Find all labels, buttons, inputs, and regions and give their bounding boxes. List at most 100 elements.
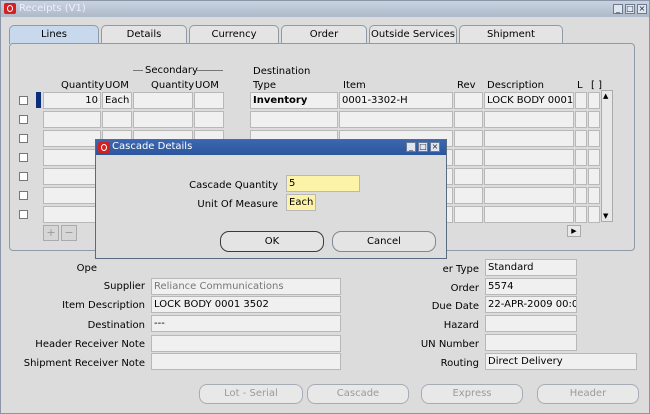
tab-shipment-information[interactable]: Shipment Information bbox=[459, 25, 563, 58]
due-date-field[interactable]: 22-APR-2009 00:00 bbox=[485, 296, 577, 313]
uom-cell[interactable]: Each bbox=[102, 92, 132, 109]
grid-cell[interactable] bbox=[588, 130, 600, 147]
un-number-field[interactable] bbox=[485, 334, 577, 351]
grid-cell[interactable] bbox=[575, 206, 587, 223]
grid-cell[interactable] bbox=[43, 168, 101, 185]
grid-cell[interactable] bbox=[575, 130, 587, 147]
grid-cell[interactable] bbox=[588, 187, 600, 204]
grid-cell[interactable] bbox=[484, 206, 574, 223]
grid-cell[interactable] bbox=[454, 187, 483, 204]
rev-cell[interactable] bbox=[454, 92, 483, 109]
tab-order-information[interactable]: Order Information bbox=[281, 25, 367, 58]
grid-cell[interactable] bbox=[250, 111, 338, 128]
hazard-field[interactable] bbox=[485, 315, 577, 332]
shipment-receiver-note-field[interactable] bbox=[151, 353, 341, 370]
remove-row-icon[interactable]: − bbox=[61, 225, 77, 241]
header-button[interactable]: Header bbox=[537, 384, 639, 404]
express-button[interactable]: Express bbox=[421, 384, 523, 404]
col-item: Item bbox=[343, 80, 366, 91]
extra-cell[interactable] bbox=[588, 92, 600, 109]
grid-cell[interactable] bbox=[588, 206, 600, 223]
grid-cell[interactable] bbox=[43, 149, 101, 166]
routing-label: Routing bbox=[440, 358, 479, 369]
grid-cell[interactable] bbox=[484, 111, 574, 128]
header-receiver-note-field[interactable] bbox=[151, 335, 341, 352]
cascade-quantity-input[interactable]: 5 bbox=[286, 175, 360, 192]
item-description-field[interactable]: LOCK BODY 0001 3502 bbox=[151, 296, 341, 313]
grid-cell[interactable] bbox=[484, 149, 574, 166]
grid-cell[interactable] bbox=[484, 130, 574, 147]
col-rev: Rev bbox=[457, 80, 476, 91]
sec-uom-cell[interactable] bbox=[194, 92, 224, 109]
row-checkbox[interactable] bbox=[19, 115, 28, 124]
divider bbox=[193, 70, 223, 71]
grid-cell[interactable] bbox=[43, 130, 101, 147]
un-number-label: UN Number bbox=[420, 339, 479, 350]
dialog-close-icon[interactable]: × bbox=[430, 142, 440, 152]
dialog-maximize-icon[interactable]: □ bbox=[418, 142, 428, 152]
tab-details[interactable]: Details bbox=[101, 25, 187, 44]
grid-cell[interactable] bbox=[588, 168, 600, 185]
scroll-down-icon[interactable]: ▼ bbox=[603, 212, 608, 220]
grid-cell[interactable] bbox=[454, 149, 483, 166]
supplier-field[interactable]: Reliance Communications bbox=[151, 278, 341, 295]
row-checkbox[interactable] bbox=[19, 153, 28, 162]
dialog-minimize-icon[interactable]: _ bbox=[406, 142, 416, 152]
tab-outside-services[interactable]: Outside Services bbox=[369, 25, 457, 44]
grid-cell[interactable] bbox=[575, 149, 587, 166]
row-checkbox[interactable] bbox=[19, 134, 28, 143]
close-icon[interactable]: × bbox=[637, 4, 647, 14]
grid-cell[interactable] bbox=[575, 187, 587, 204]
row-checkbox[interactable] bbox=[19, 191, 28, 200]
grid-cell[interactable] bbox=[43, 187, 101, 204]
add-row-icon[interactable]: + bbox=[43, 225, 59, 241]
row-checkbox[interactable] bbox=[19, 96, 28, 105]
lot-serial-button[interactable]: Lot - Serial bbox=[199, 384, 303, 404]
grid-cell[interactable] bbox=[339, 111, 453, 128]
description-cell[interactable]: LOCK BODY 0001 bbox=[484, 92, 574, 109]
grid-scrollbar[interactable]: ▲ ▼ bbox=[601, 90, 613, 222]
order-label: Order bbox=[450, 283, 479, 294]
quantity-cell[interactable]: 10 bbox=[43, 92, 101, 109]
col-description: Description bbox=[487, 80, 544, 91]
cascade-button[interactable]: Cascade bbox=[307, 384, 409, 404]
sec-quantity-cell[interactable] bbox=[133, 92, 193, 109]
grid-cell[interactable] bbox=[133, 111, 193, 128]
grid-cell[interactable] bbox=[454, 130, 483, 147]
grid-cell[interactable] bbox=[43, 111, 101, 128]
order-field[interactable]: 5574 bbox=[485, 278, 577, 295]
grid-cell[interactable] bbox=[575, 168, 587, 185]
cancel-button[interactable]: Cancel bbox=[332, 231, 436, 252]
grid-cell[interactable] bbox=[454, 206, 483, 223]
row-checkbox[interactable] bbox=[19, 210, 28, 219]
scroll-up-icon[interactable]: ▲ bbox=[603, 92, 608, 100]
routing-field[interactable]: Direct Delivery bbox=[485, 353, 637, 370]
grid-cell[interactable] bbox=[484, 168, 574, 185]
col-sec-uom: UOM bbox=[195, 80, 219, 91]
grid-cell[interactable] bbox=[588, 111, 600, 128]
col-type: Type bbox=[253, 80, 276, 91]
extra-cell[interactable] bbox=[575, 92, 587, 109]
minimize-icon[interactable]: _ bbox=[613, 4, 623, 14]
destination-label: Destination bbox=[87, 320, 145, 331]
ok-button[interactable]: OK bbox=[220, 231, 324, 252]
destination-field[interactable]: --- bbox=[151, 315, 341, 332]
type-cell[interactable]: Inventory bbox=[250, 92, 338, 109]
item-cell[interactable]: 0001-3302-H bbox=[339, 92, 453, 109]
unit-of-measure-field[interactable]: Each bbox=[286, 194, 316, 211]
grid-cell[interactable] bbox=[484, 187, 574, 204]
maximize-icon[interactable]: □ bbox=[625, 4, 635, 14]
order-type-field[interactable]: Standard bbox=[485, 259, 577, 276]
row-checkbox[interactable] bbox=[19, 172, 28, 181]
grid-cell[interactable] bbox=[588, 149, 600, 166]
grid-cell[interactable] bbox=[575, 111, 587, 128]
receipts-window: Receipts (V1) _ □ × Lines Details Curren… bbox=[0, 0, 650, 414]
scroll-right-icon[interactable]: ▶ bbox=[567, 225, 581, 237]
grid-cell[interactable] bbox=[43, 206, 101, 223]
tab-lines[interactable]: Lines bbox=[9, 25, 99, 44]
grid-cell[interactable] bbox=[194, 111, 224, 128]
tab-currency[interactable]: Currency bbox=[189, 25, 279, 44]
grid-cell[interactable] bbox=[102, 111, 132, 128]
grid-cell[interactable] bbox=[454, 168, 483, 185]
grid-cell[interactable] bbox=[454, 111, 483, 128]
